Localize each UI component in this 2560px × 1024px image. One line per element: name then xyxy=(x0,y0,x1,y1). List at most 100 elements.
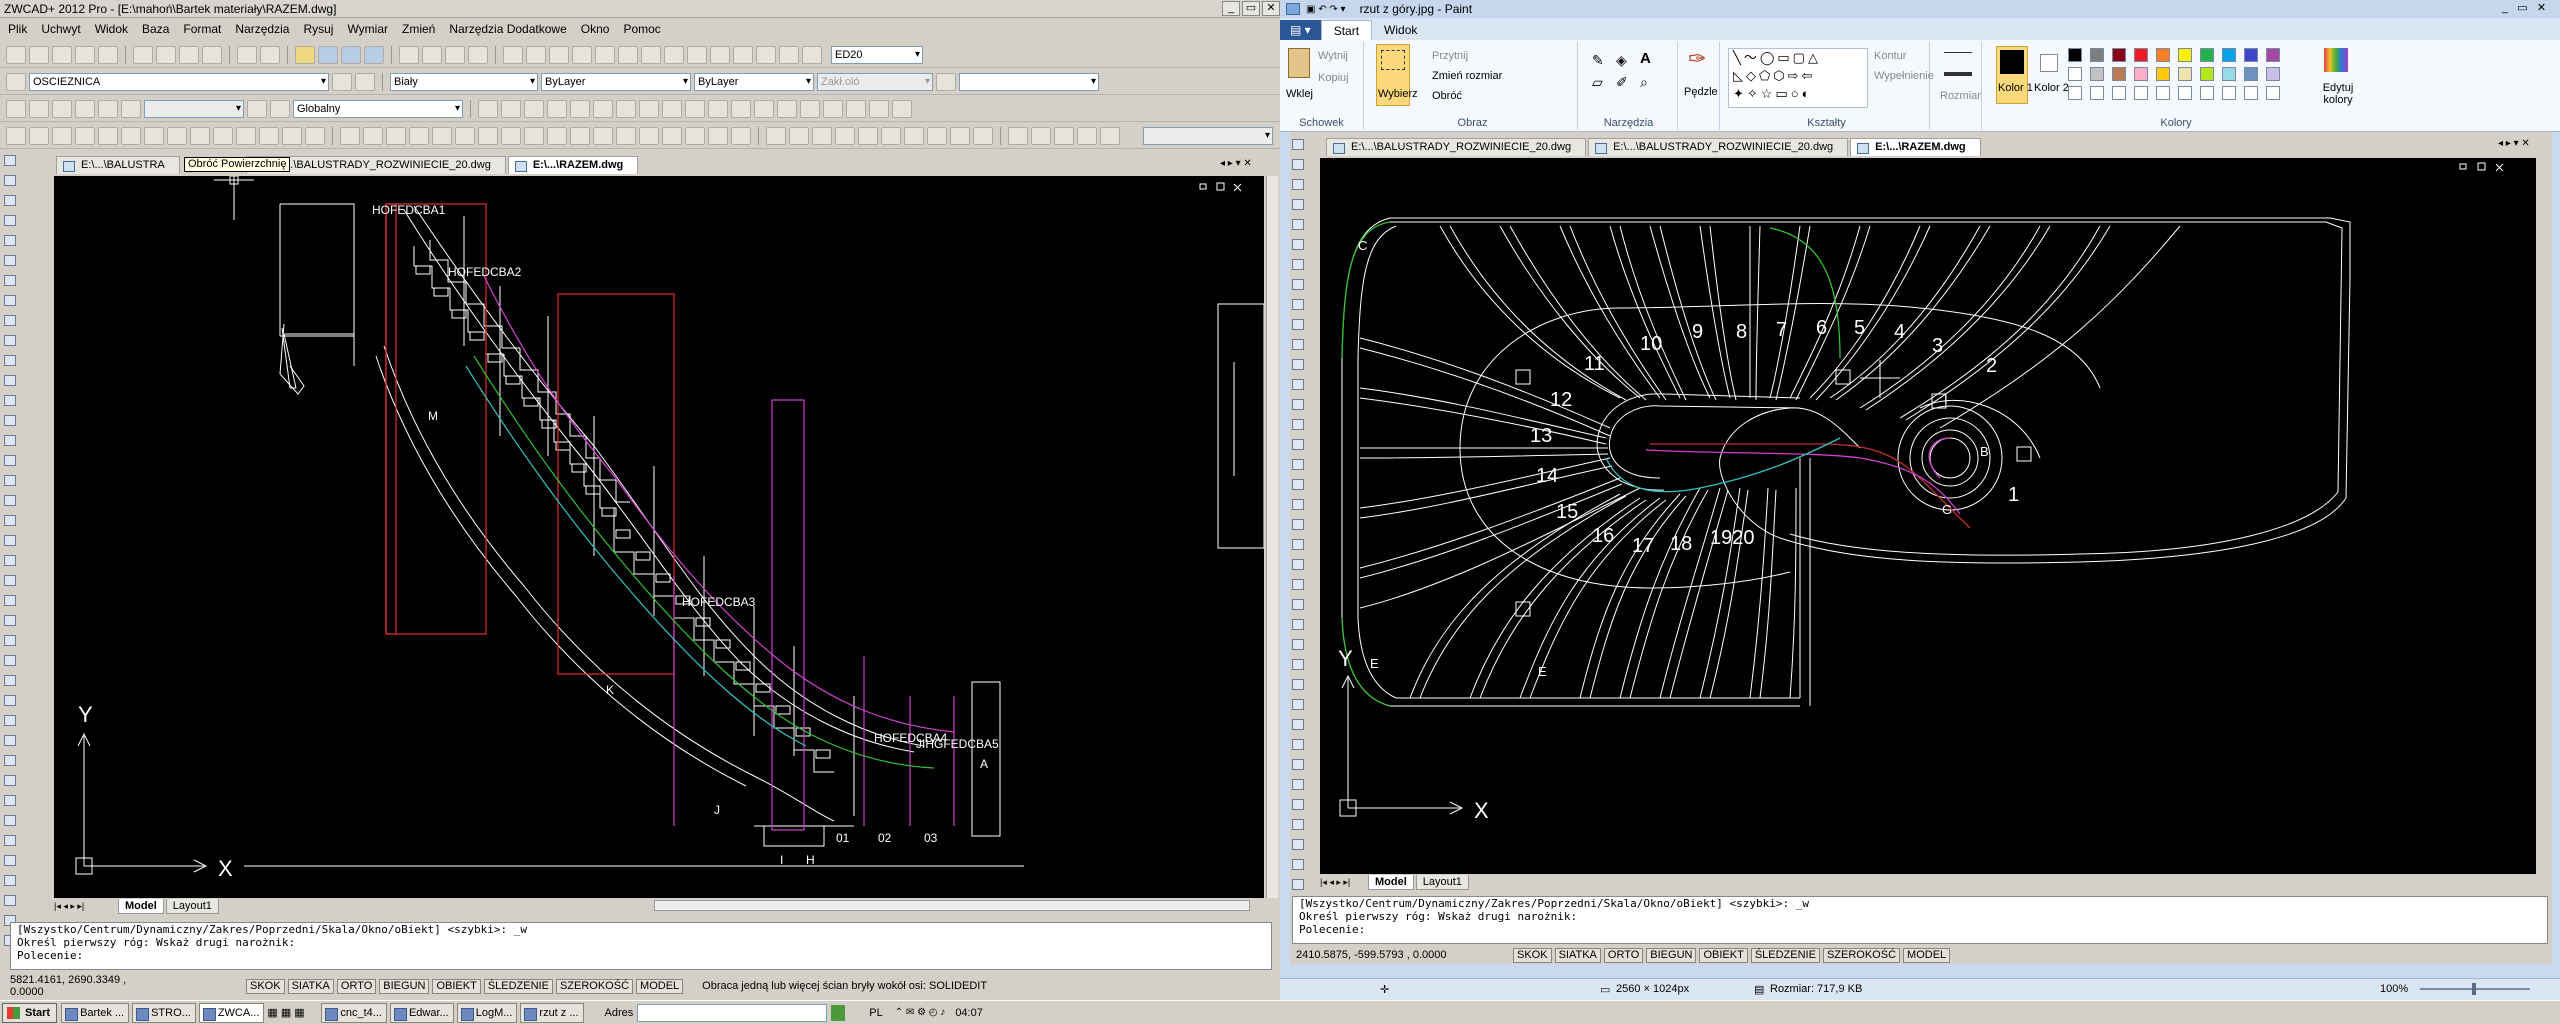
paint-window-controls-icon[interactable]: _ ▭ ✕ xyxy=(2502,1,2546,14)
palette-swatch[interactable] xyxy=(2156,48,2170,62)
copy-obj-icon[interactable] xyxy=(4,575,16,586)
menu-wymiar[interactable]: Wymiar xyxy=(347,22,388,36)
menu-pomoc[interactable]: Pomoc xyxy=(623,22,660,36)
offset-icon[interactable] xyxy=(4,615,16,626)
ucs-move-icon[interactable] xyxy=(823,99,843,118)
ucs-origin-icon[interactable] xyxy=(478,99,498,118)
color2-label[interactable]: Kolor 2 xyxy=(2034,82,2069,94)
quick-access-icon[interactable]: ▣ ↶ ↷ ▾ xyxy=(1306,4,1346,15)
view-bottom-icon[interactable] xyxy=(29,99,49,118)
address-input[interactable] xyxy=(637,1003,828,1022)
task-logm[interactable]: LogM... xyxy=(456,1002,518,1023)
snap-button[interactable]: SKOK xyxy=(246,978,285,994)
palette-swatch[interactable] xyxy=(2222,86,2236,100)
setup-drawing-icon[interactable] xyxy=(259,126,279,145)
ucs-flatten-icon[interactable] xyxy=(869,99,889,118)
dimstyle-combo[interactable]: ED20 xyxy=(831,45,923,64)
trim-icon[interactable] xyxy=(4,735,16,746)
sphere-icon[interactable] xyxy=(75,126,95,145)
ucs-icon[interactable] xyxy=(247,99,267,118)
dim-update-icon[interactable] xyxy=(802,45,822,64)
revolve-icon[interactable] xyxy=(167,126,187,145)
circle-icon[interactable] xyxy=(4,295,16,306)
palette-swatch[interactable] xyxy=(2200,48,2214,62)
plotstyle-combo[interactable]: Zakł.oló xyxy=(817,72,933,91)
pencil-icon[interactable]: ✎ xyxy=(1592,52,1604,69)
picker-icon[interactable]: ✐ xyxy=(1616,74,1628,91)
ucs-extra-icon[interactable] xyxy=(892,99,912,118)
interfere-icon[interactable] xyxy=(236,126,256,145)
insert-block-icon[interactable] xyxy=(4,395,16,406)
ray-icon[interactable] xyxy=(4,175,16,186)
ucs-combo[interactable]: Globalny xyxy=(293,99,463,118)
render-pref-icon[interactable] xyxy=(973,126,993,145)
palette-swatch[interactable] xyxy=(2134,67,2148,81)
palette-swatch[interactable] xyxy=(2222,67,2236,81)
ellipse-icon[interactable] xyxy=(4,355,16,366)
explode-icon[interactable] xyxy=(4,855,16,866)
ucs-settings-icon[interactable] xyxy=(754,99,774,118)
palette-swatch[interactable] xyxy=(2112,86,2126,100)
palette-swatch[interactable] xyxy=(2266,67,2280,81)
tool-palettes-icon[interactable] xyxy=(445,45,465,64)
task-rzut[interactable]: rzut z ... xyxy=(520,1002,584,1023)
mapping-icon[interactable] xyxy=(858,126,878,145)
task-bartek[interactable]: Bartek ... xyxy=(61,1002,130,1023)
extend-icon[interactable] xyxy=(4,755,16,766)
dim-diameter-icon[interactable] xyxy=(618,45,638,64)
task-cnc[interactable]: cnc_t4... xyxy=(321,1002,387,1023)
break-icon[interactable] xyxy=(4,775,16,786)
palette-swatch[interactable] xyxy=(2266,48,2280,62)
wedge-icon[interactable] xyxy=(29,126,49,145)
undo-icon[interactable] xyxy=(237,45,257,64)
menu-baza[interactable]: Baza xyxy=(142,22,169,36)
move-icon[interactable] xyxy=(4,655,16,666)
minimize-button[interactable]: _ xyxy=(1222,1,1240,16)
gradient-icon[interactable] xyxy=(4,475,16,486)
cut-button[interactable]: Wytnij xyxy=(1318,50,1348,62)
point-icon[interactable] xyxy=(4,435,16,446)
color-edges-icon[interactable] xyxy=(616,126,636,145)
array-icon[interactable] xyxy=(4,635,16,646)
background-icon[interactable] xyxy=(881,126,901,145)
arc-icon[interactable] xyxy=(4,275,16,286)
ribbon-tab-widok[interactable]: Widok xyxy=(1372,20,1429,40)
task-edwar[interactable]: Edwar... xyxy=(389,1002,454,1023)
menu-zmien[interactable]: Zmień xyxy=(402,22,435,36)
layer-previous-icon[interactable] xyxy=(355,72,375,91)
offset-faces-icon[interactable] xyxy=(455,126,475,145)
copy-faces-icon[interactable] xyxy=(547,126,567,145)
palette-swatch[interactable] xyxy=(2178,67,2192,81)
palette-swatch[interactable] xyxy=(2090,67,2104,81)
tab-scroll-icon[interactable]: ◂ ▸ ▾ ✕ xyxy=(1220,158,1252,169)
center-mark-icon[interactable] xyxy=(756,45,776,64)
slice-icon[interactable] xyxy=(190,126,210,145)
size-icon[interactable] xyxy=(1944,52,1972,76)
crop-button[interactable]: Przytnij xyxy=(1432,50,1468,62)
paste-icon[interactable] xyxy=(179,45,199,64)
erase-icon[interactable] xyxy=(4,555,16,566)
zoom-window-icon[interactable] xyxy=(341,45,361,64)
dim-linear-icon[interactable] xyxy=(503,45,523,64)
subtract-icon[interactable] xyxy=(363,126,383,145)
horizontal-scrollbar[interactable] xyxy=(654,900,1250,911)
diamond1-icon[interactable] xyxy=(1008,126,1028,145)
view-right-icon[interactable] xyxy=(75,99,95,118)
mirror-icon[interactable] xyxy=(4,595,16,606)
ucs-x-icon[interactable] xyxy=(616,99,636,118)
layout-nav-icon[interactable]: |◂ ◂ ▸ ▸| xyxy=(54,901,118,912)
ucs-view-icon[interactable] xyxy=(593,99,613,118)
ucs-section-icon[interactable] xyxy=(846,99,866,118)
osnap-button[interactable]: OBIEKT xyxy=(432,978,481,994)
separate-icon[interactable] xyxy=(685,126,705,145)
color2-swatch[interactable] xyxy=(2040,54,2058,72)
new-icon[interactable] xyxy=(6,45,26,64)
paste-icon[interactable] xyxy=(1288,48,1310,78)
lengthen-icon[interactable] xyxy=(4,895,16,906)
ucs-apply-icon[interactable] xyxy=(685,99,705,118)
light-icon[interactable] xyxy=(812,126,832,145)
box-icon[interactable] xyxy=(6,126,26,145)
copy-edges-icon[interactable] xyxy=(593,126,613,145)
properties-icon[interactable] xyxy=(399,45,419,64)
close-button[interactable]: ✕ xyxy=(1262,1,1280,16)
